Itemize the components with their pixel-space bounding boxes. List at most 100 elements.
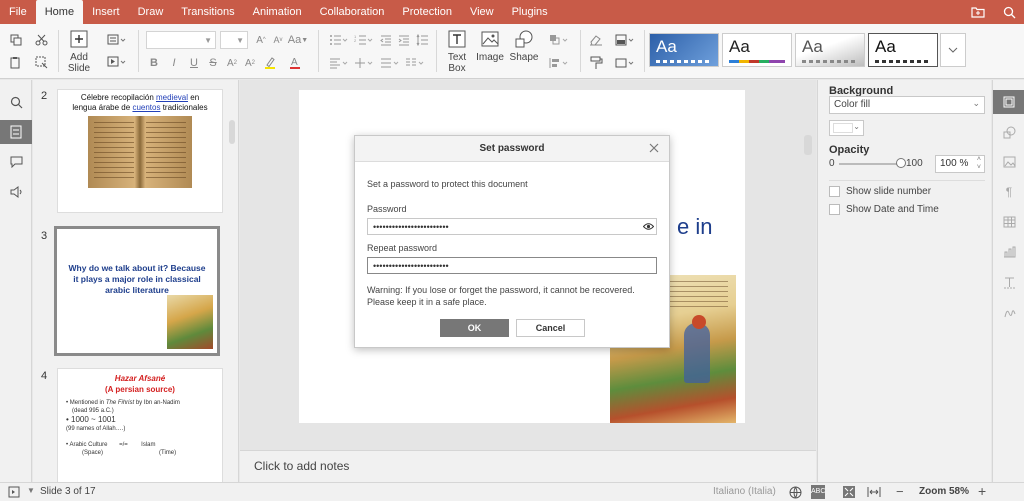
numbered-list-icon[interactable]: 12: [353, 32, 375, 48]
signature-settings-icon[interactable]: [993, 300, 1024, 324]
paste-icon[interactable]: [8, 54, 24, 70]
menu-tab-draw[interactable]: Draw: [129, 0, 173, 24]
slide-thumbnail-2[interactable]: Célebre recopilación medieval en lengua …: [57, 89, 223, 213]
close-icon[interactable]: [648, 142, 660, 157]
chevron-down-icon[interactable]: ▼: [27, 486, 35, 495]
select-all-icon[interactable]: [33, 54, 49, 70]
show-slide-number-checkbox[interactable]: Show slide number: [829, 186, 931, 197]
search-icon[interactable]: [1003, 6, 1016, 19]
cut-icon[interactable]: [33, 32, 49, 48]
underline-icon[interactable]: U: [188, 55, 200, 71]
ok-button[interactable]: OK: [440, 319, 509, 337]
subscript-icon[interactable]: A2: [244, 55, 256, 71]
align-left-icon[interactable]: [328, 55, 350, 71]
columns-icon[interactable]: [404, 55, 426, 71]
menu-tab-transitions[interactable]: Transitions: [172, 0, 243, 24]
highlight-color-icon[interactable]: [263, 55, 281, 71]
opacity-slider[interactable]: [839, 163, 903, 165]
search-icon[interactable]: [0, 90, 32, 114]
slide-scrollbar[interactable]: [804, 135, 812, 155]
strikethrough-icon[interactable]: S: [207, 55, 219, 71]
add-slide-button[interactable]: Add Slide: [63, 28, 95, 74]
align-shapes-icon[interactable]: [548, 55, 570, 71]
font-size-select[interactable]: ▼: [220, 31, 248, 49]
cancel-button[interactable]: Cancel: [516, 319, 585, 337]
slide-size-icon[interactable]: [614, 55, 636, 71]
comments-icon[interactable]: [0, 150, 32, 174]
decrease-font-icon[interactable]: Av: [271, 32, 285, 48]
slide-thumbnail-3[interactable]: Why do we talk about it? Because it play…: [54, 226, 220, 356]
repeat-password-field[interactable]: ••••••••••••••••••••••••: [367, 257, 657, 274]
menu-tab-collaboration[interactable]: Collaboration: [311, 0, 394, 24]
text-direction-icon[interactable]: [379, 55, 401, 71]
slide-layout-button[interactable]: [106, 32, 128, 48]
menu-tab-view[interactable]: View: [461, 0, 503, 24]
menu-tab-home[interactable]: Home: [35, 0, 84, 24]
slide-toggle-icon[interactable]: [8, 486, 20, 501]
menu-tab-plugins[interactable]: Plugins: [503, 0, 557, 24]
bold-icon[interactable]: B: [148, 55, 160, 71]
change-case-icon[interactable]: Aa ▼: [288, 32, 308, 48]
theme-white[interactable]: Aa: [722, 33, 792, 67]
line-spacing-icon[interactable]: [415, 32, 429, 48]
table-settings-icon[interactable]: [993, 210, 1024, 234]
theme-gray[interactable]: Aa: [795, 33, 865, 67]
opacity-input[interactable]: 100 % ˄ ˅: [935, 155, 985, 173]
notes-panel[interactable]: Click to add notes: [240, 450, 816, 482]
paragraph-settings-icon[interactable]: ¶: [993, 180, 1024, 204]
fit-to-width-icon[interactable]: [867, 486, 881, 501]
fill-color-icon[interactable]: [614, 32, 636, 48]
menu-tab-protection[interactable]: Protection: [393, 0, 461, 24]
image-button[interactable]: Image: [476, 28, 504, 63]
thumbnails-scrollbar[interactable]: [229, 120, 235, 144]
bullet-list-icon[interactable]: [328, 32, 350, 48]
notes-placeholder[interactable]: Click to add notes: [254, 459, 349, 473]
slide-title-fragment[interactable]: e in: [677, 214, 712, 240]
theme-plain[interactable]: Aa: [868, 33, 938, 67]
image-settings-icon[interactable]: [993, 150, 1024, 174]
background-fill-select[interactable]: Color fill ⌄: [829, 96, 985, 114]
zoom-out-button[interactable]: −: [896, 484, 904, 499]
language-indicator[interactable]: Italiano (Italia): [713, 486, 776, 497]
zoom-in-button[interactable]: +: [978, 483, 986, 499]
chart-settings-icon[interactable]: [993, 240, 1024, 264]
theme-blue[interactable]: Aa: [649, 33, 719, 67]
font-color-icon[interactable]: A: [288, 55, 306, 71]
start-slideshow-button[interactable]: [106, 54, 128, 70]
checkbox-box[interactable]: [829, 204, 840, 215]
increase-font-icon[interactable]: A ^: [254, 32, 268, 48]
fill-color-picker[interactable]: ⌄: [829, 120, 864, 136]
copy-style-icon[interactable]: [588, 55, 604, 71]
arrange-icon[interactable]: [548, 32, 570, 48]
slide-thumbnail-4[interactable]: Hazar Afsané (A persian source) • Mentio…: [57, 368, 223, 482]
italic-icon[interactable]: I: [168, 55, 180, 71]
shape-settings-icon[interactable]: [993, 120, 1024, 144]
checkbox-box[interactable]: [829, 186, 840, 197]
menu-tab-insert[interactable]: Insert: [83, 0, 129, 24]
fit-to-slide-icon[interactable]: [842, 485, 856, 501]
slide-settings-icon[interactable]: [993, 90, 1024, 114]
feedback-icon[interactable]: [0, 180, 32, 204]
password-field[interactable]: ••••••••••••••••••••••••: [367, 218, 657, 235]
spellcheck-icon[interactable]: ABC: [811, 485, 825, 499]
vertical-align-icon[interactable]: [353, 55, 375, 71]
clear-style-icon[interactable]: [588, 32, 604, 48]
spin-arrows-icon[interactable]: ˄ ˅: [977, 156, 981, 172]
open-location-icon[interactable]: [971, 6, 985, 18]
shape-button[interactable]: Shape: [510, 28, 538, 63]
menu-tab-animation[interactable]: Animation: [244, 0, 311, 24]
slides-panel-icon[interactable]: [0, 120, 32, 144]
opacity-slider-handle[interactable]: [896, 158, 906, 168]
language-globe-icon[interactable]: [789, 486, 802, 501]
text-art-settings-icon[interactable]: [993, 270, 1024, 294]
menu-tab-file[interactable]: File: [0, 0, 36, 24]
font-family-select[interactable]: ▼: [146, 31, 216, 49]
decrease-indent-icon[interactable]: [379, 32, 393, 48]
text-box-button[interactable]: Text Box: [444, 28, 470, 74]
increase-indent-icon[interactable]: [397, 32, 411, 48]
show-password-eye-icon[interactable]: [642, 222, 655, 234]
superscript-icon[interactable]: A2: [226, 55, 238, 71]
copy-icon[interactable]: [8, 32, 24, 48]
themes-more-button[interactable]: [940, 33, 966, 67]
show-date-time-checkbox[interactable]: Show Date and Time: [829, 204, 939, 215]
